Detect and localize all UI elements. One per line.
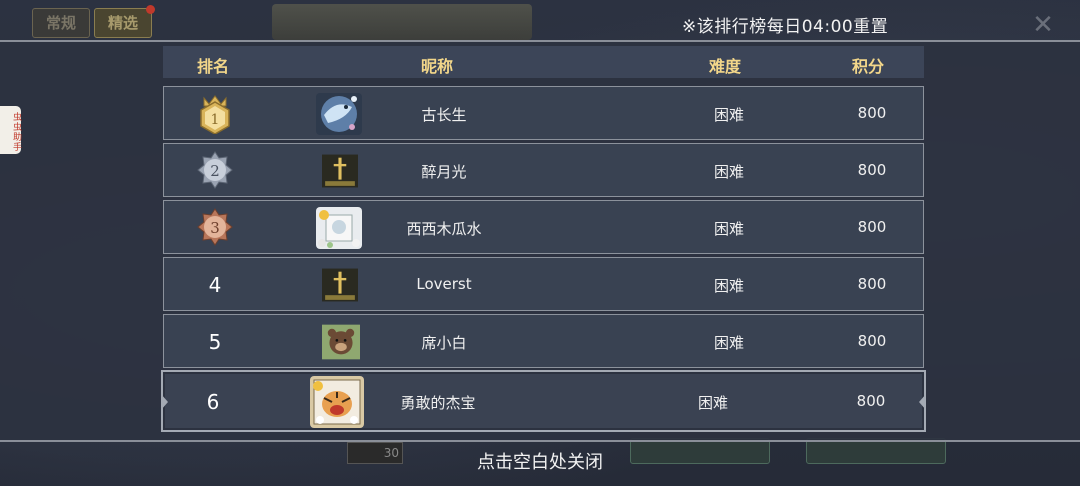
leaderboard-row[interactable]: 2 醉月光 困难 800 — [163, 143, 924, 197]
row-difficulty: 困难 — [713, 163, 744, 181]
ice-fish-avatar-icon[interactable] — [316, 93, 362, 135]
bear-avatar-icon[interactable] — [322, 321, 360, 363]
leaderboard-header: 排名 昵称 难度 积分 — [163, 46, 924, 78]
tap-to-close-hint[interactable]: 点击空白处关闭 — [0, 448, 1080, 474]
row-nickname: 古长生 — [421, 106, 467, 124]
side-helper-tab[interactable]: 虫虫助手 — [0, 106, 21, 154]
row-difficulty: 困难 — [713, 220, 744, 238]
header-difficulty: 难度 — [709, 57, 742, 76]
flower-bee-avatar-icon[interactable] — [316, 207, 362, 249]
header-rank: 排名 — [197, 57, 230, 76]
row-difficulty: 困难 — [697, 394, 728, 412]
row-score: 800 — [857, 218, 887, 236]
row-rank: 6 — [206, 390, 220, 414]
row-difficulty: 困难 — [713, 277, 744, 295]
row-nickname: 西西木瓜水 — [406, 220, 482, 238]
row-score: 800 — [857, 332, 887, 350]
row-nickname: Loverst — [416, 275, 472, 293]
row-rank: 5 — [208, 330, 222, 354]
top-strip: ※该排行榜每日04:00重置 — [0, 0, 1080, 40]
badge-number: 1 — [211, 112, 220, 128]
bronze-rank-badge-icon: 3 — [197, 208, 233, 246]
leaderboard-row[interactable]: 5 席小白 困难 800 — [163, 314, 924, 368]
header-nickname: 昵称 — [421, 57, 454, 76]
tiger-avatar-icon[interactable] — [310, 376, 364, 428]
header-score: 积分 — [852, 57, 885, 76]
row-rank: 4 — [208, 273, 222, 297]
row-score: 800 — [857, 275, 887, 293]
gold-rank-badge-icon: 1 — [200, 95, 230, 134]
badge-number: 3 — [210, 219, 220, 237]
row-difficulty: 困难 — [713, 106, 744, 124]
reset-note: ※该排行榜每日04:00重置 — [682, 17, 889, 37]
row-score: 800 — [856, 392, 886, 410]
row-nickname: 醉月光 — [421, 163, 467, 181]
leaderboard-row-self[interactable]: 6 勇敢的杰宝 困难 800 — [161, 370, 926, 432]
row-nickname: 勇敢的杰宝 — [400, 394, 476, 412]
leaderboard-row[interactable]: 3 西西木瓜水 困难 800 — [163, 200, 924, 254]
row-score: 800 — [857, 161, 887, 179]
row-score: 800 — [857, 104, 887, 122]
leaderboard-row[interactable]: 4 Loverst 困难 800 — [163, 257, 924, 311]
badge-number: 2 — [210, 162, 220, 180]
silver-rank-badge-icon: 2 — [197, 151, 233, 189]
leaderboard-row[interactable]: 1 古长生 困难 800 — [163, 86, 924, 140]
sword-avatar-icon[interactable] — [322, 150, 358, 192]
row-difficulty: 困难 — [713, 334, 744, 352]
sword-avatar-icon[interactable] — [322, 264, 358, 306]
row-nickname: 席小白 — [421, 334, 467, 352]
